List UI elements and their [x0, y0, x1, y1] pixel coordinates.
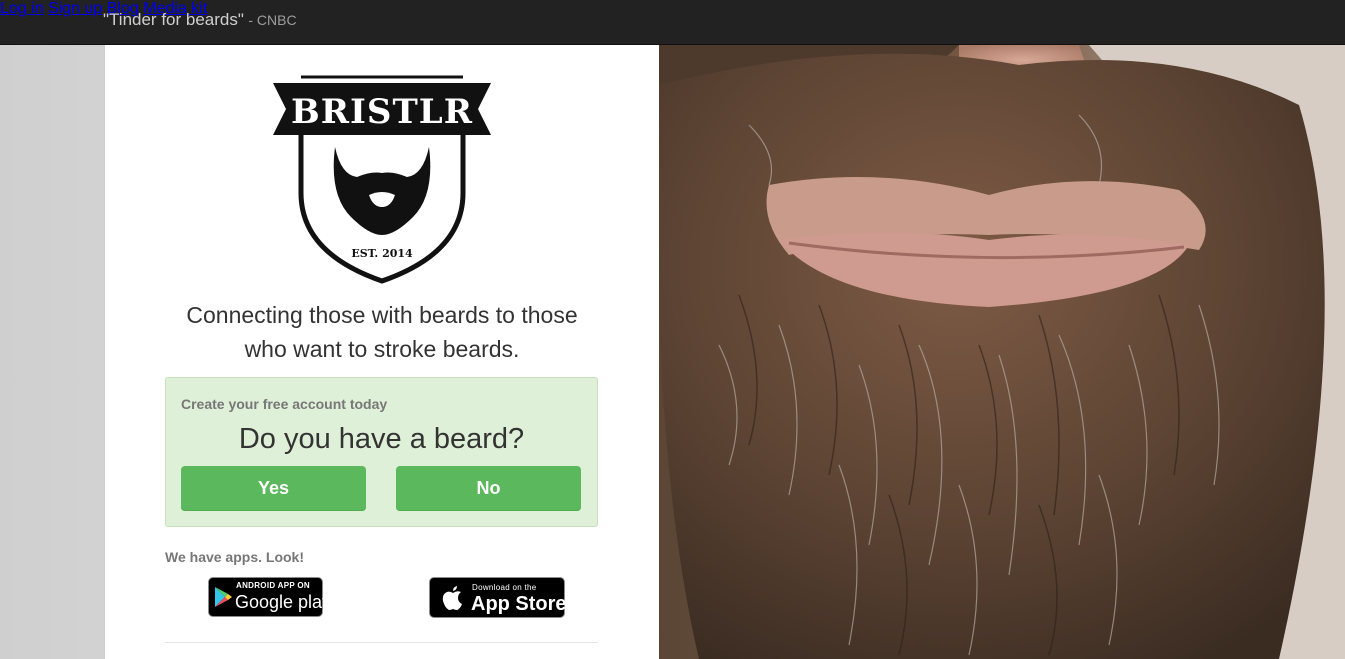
signup-box: Create your free account today Do you ha…: [165, 377, 598, 527]
apple-badge-top: Download on the: [472, 583, 537, 592]
google-badge-main: Google play: [235, 592, 332, 612]
google-play-icon: [215, 587, 232, 607]
nav-link-login[interactable]: Log in: [0, 0, 44, 17]
brand-source: - CNBC: [248, 12, 297, 28]
signup-subheading: Create your free account today: [181, 396, 388, 412]
apple-badge-main: App Store: [471, 593, 567, 615]
main-panel: BRISTLR EST. 2014 Connecting those with …: [105, 45, 659, 659]
google-badge-top: ANDROID APP ON: [236, 581, 310, 590]
logo-name: BRISTLR: [291, 92, 473, 132]
no-button[interactable]: No: [396, 466, 581, 511]
logo-established: EST. 2014: [351, 247, 413, 260]
section-divider: [165, 642, 598, 643]
tagline-line-1: Connecting those with beards to those: [186, 302, 578, 328]
app-store-badge[interactable]: Download on the App Store: [429, 577, 567, 618]
bristlr-logo: BRISTLR EST. 2014: [273, 75, 491, 284]
yes-button[interactable]: Yes: [181, 466, 366, 511]
apple-icon: [442, 586, 462, 610]
nav-link-signup[interactable]: Sign up: [48, 0, 102, 17]
tagline-line-2: who want to stroke beards.: [244, 336, 520, 362]
google-play-badge[interactable]: ANDROID APP ON Google play: [208, 577, 331, 617]
apps-label: We have apps. Look!: [165, 549, 304, 565]
bearded-face-photo: [659, 45, 1345, 659]
brand-quote: "Tinder for beards": [103, 10, 244, 29]
hero-photo: [659, 45, 1345, 659]
brand-link[interactable]: "Tinder for beards" - CNBC: [103, 0, 297, 44]
beard-question: Do you have a beard?: [238, 423, 525, 455]
tagline: Connecting those with beards to those wh…: [105, 298, 659, 366]
top-navbar: "Tinder for beards" - CNBC Log in Sign u…: [0, 0, 1345, 45]
